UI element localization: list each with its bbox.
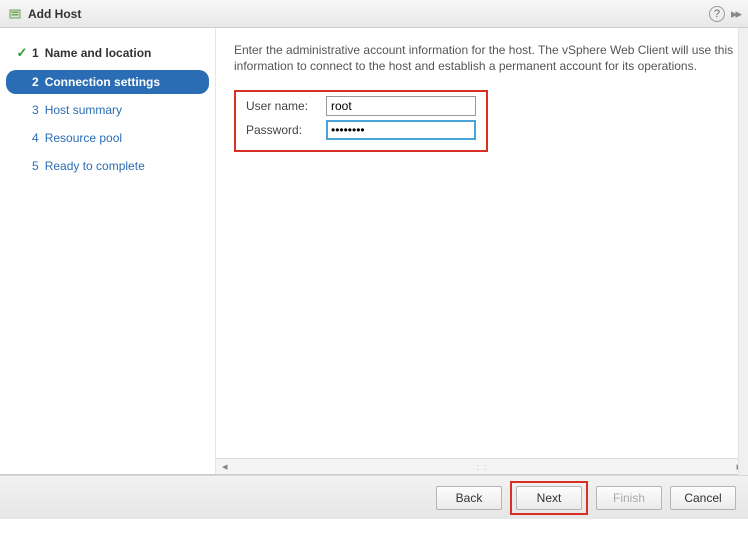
- instruction-text: Enter the administrative account informa…: [234, 42, 734, 74]
- scroll-left-arrow[interactable]: ◂: [218, 460, 232, 473]
- step-connection-settings[interactable]: 2 Connection settings: [6, 70, 209, 94]
- step-label: Name and location: [45, 46, 152, 60]
- back-button[interactable]: Back: [436, 486, 502, 510]
- wizard-body: ✓ 1 Name and location 2 Connection setti…: [0, 28, 748, 475]
- step-label: Host summary: [45, 103, 122, 117]
- step-host-summary[interactable]: 3 Host summary: [6, 98, 209, 122]
- username-input[interactable]: [326, 96, 476, 116]
- next-button[interactable]: Next: [516, 486, 582, 510]
- scroll-grip[interactable]: : :: [232, 462, 733, 472]
- step-ready-to-complete[interactable]: 5 Ready to complete: [6, 154, 209, 178]
- titlebar: Add Host ? ▸▸: [0, 0, 748, 28]
- vertical-scrollbar[interactable]: [738, 28, 748, 475]
- step-number: 1: [32, 46, 39, 60]
- window-title: Add Host: [28, 7, 709, 21]
- password-row: Password:: [246, 120, 476, 140]
- host-icon: [8, 7, 22, 21]
- horizontal-scrollbar[interactable]: ◂ : : ▸: [216, 458, 748, 474]
- finish-button: Finish: [596, 486, 662, 510]
- credentials-highlight: User name: Password:: [234, 90, 488, 152]
- username-row: User name:: [246, 96, 476, 116]
- next-button-highlight: Next: [510, 481, 588, 515]
- step-resource-pool[interactable]: 4 Resource pool: [6, 126, 209, 150]
- cancel-button[interactable]: Cancel: [670, 486, 736, 510]
- step-number: 4: [32, 131, 39, 145]
- help-icon[interactable]: ?: [709, 6, 725, 22]
- wizard-footer: Back Next Finish Cancel: [0, 475, 748, 519]
- username-label: User name:: [246, 99, 326, 113]
- step-name-and-location[interactable]: ✓ 1 Name and location: [6, 40, 209, 66]
- wizard-steps-sidebar: ✓ 1 Name and location 2 Connection setti…: [0, 28, 216, 474]
- step-number: 2: [32, 75, 39, 89]
- password-label: Password:: [246, 123, 326, 137]
- step-label: Resource pool: [45, 131, 122, 145]
- step-label: Connection settings: [45, 75, 160, 89]
- step-number: 5: [32, 159, 39, 173]
- check-icon: ✓: [17, 45, 28, 60]
- step-number: 3: [32, 103, 39, 117]
- password-input[interactable]: [326, 120, 476, 140]
- step-label: Ready to complete: [45, 159, 145, 173]
- expand-icon[interactable]: ▸▸: [731, 6, 740, 22]
- wizard-content: Enter the administrative account informa…: [216, 28, 748, 474]
